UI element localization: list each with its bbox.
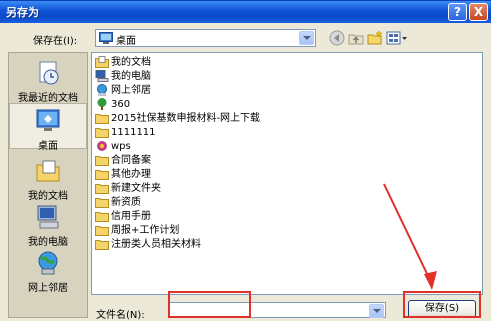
desktop-icon <box>99 32 113 44</box>
my-computer-icon <box>37 205 59 229</box>
place-my-documents[interactable]: 我的文档 <box>9 157 87 202</box>
window-title: 另存为 <box>6 6 39 19</box>
save-in-dropdown[interactable]: 桌面 <box>95 29 316 47</box>
place-my-computer[interactable]: 我的电脑 <box>9 203 87 248</box>
folder-icon <box>95 184 109 194</box>
close-button[interactable]: X <box>469 3 488 21</box>
network-places-icon <box>97 84 107 96</box>
back-icon[interactable] <box>329 30 345 46</box>
place-label: 我的电脑 <box>28 237 68 248</box>
my-documents-icon <box>36 160 60 182</box>
new-folder-icon[interactable] <box>367 30 383 46</box>
app-icon <box>97 141 107 151</box>
filename-label: 文件名(N): <box>96 310 145 321</box>
my-computer-icon <box>95 70 109 82</box>
tree-icon <box>97 98 107 110</box>
folder-icon <box>95 226 109 236</box>
annotation-box-save <box>403 291 481 318</box>
folder-icon <box>95 128 109 138</box>
places-bar: 我最近的文档 桌面 我的文档 我的电脑 网上邻居 <box>8 52 88 318</box>
help-button[interactable]: ? <box>448 3 467 21</box>
place-label: 桌面 <box>38 141 58 152</box>
chevron-down-icon[interactable] <box>299 31 314 45</box>
folder-icon <box>95 170 109 180</box>
up-folder-icon[interactable] <box>348 30 364 46</box>
place-network[interactable]: 网上邻居 <box>9 249 87 294</box>
place-label: 网上邻居 <box>28 283 68 294</box>
save-in-value: 桌面 <box>116 36 136 47</box>
folder-icon <box>95 198 109 208</box>
annotation-box-filename <box>168 291 251 318</box>
title-bar[interactable]: 另存为 ? X <box>0 0 491 23</box>
place-label: 我最近的文档 <box>18 93 78 104</box>
views-menu-icon[interactable] <box>386 30 408 46</box>
annotation-arrow <box>383 183 437 290</box>
chevron-down-icon[interactable] <box>369 304 384 318</box>
save-in-label: 保存在(I): <box>33 36 78 47</box>
folder-icon <box>95 156 109 166</box>
folder-icon <box>95 240 109 250</box>
place-label: 我的文档 <box>28 191 68 202</box>
place-recent-documents[interactable]: 我最近的文档 <box>9 59 87 104</box>
my-documents-icon <box>95 56 109 68</box>
desktop-icon <box>36 109 60 131</box>
folder-icon <box>95 212 109 222</box>
recent-documents-icon <box>39 61 59 85</box>
place-desktop[interactable]: 桌面 <box>9 103 87 152</box>
network-places-icon <box>38 251 58 275</box>
folder-icon <box>95 114 109 124</box>
